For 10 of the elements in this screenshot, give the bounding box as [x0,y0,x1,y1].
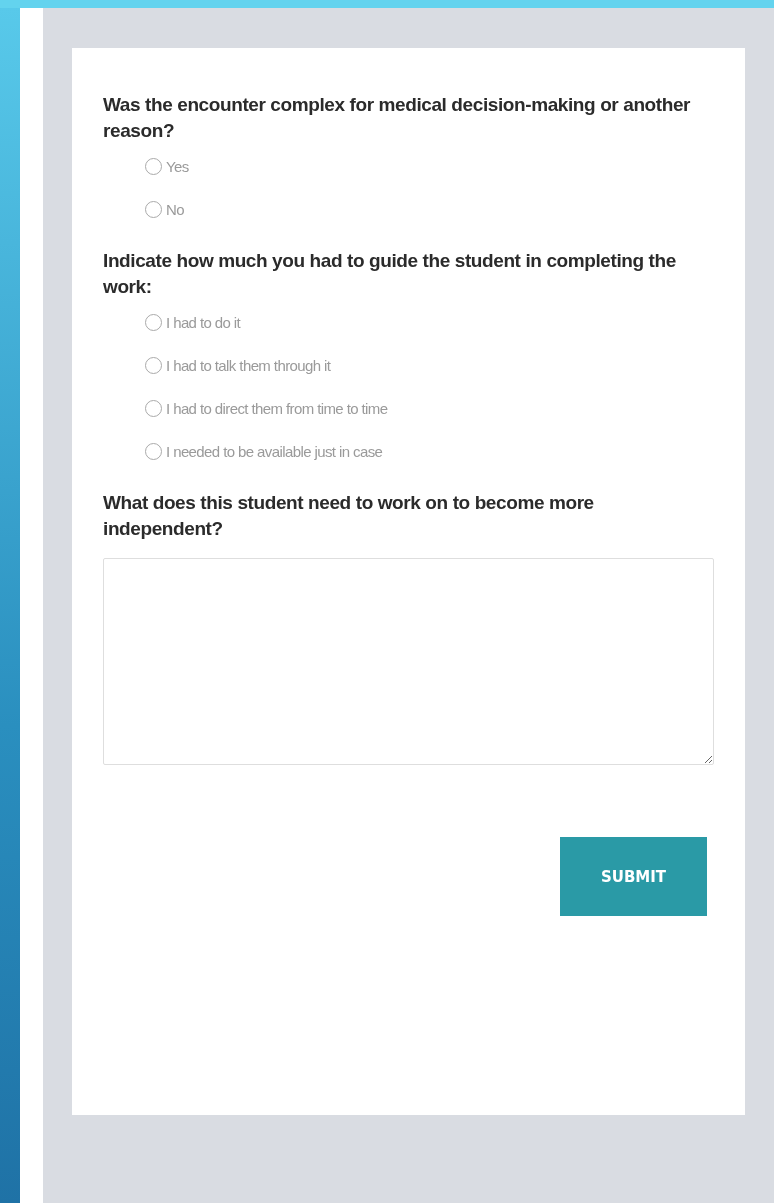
question-text: Was the encounter complex for medical decision-making or another reason? [103,93,692,143]
question-text: Indicate how much you had to guide the student in completing the work: [103,249,677,299]
option-label: I needed to be available just in case [166,443,383,460]
option-label: I had to talk them through it [166,357,331,374]
option-label: Yes [166,158,189,175]
submit-button[interactable]: SUBMIT [560,837,707,916]
option-label: I had to direct them from time to time [166,400,388,417]
question-text: What does this student need to work on to become more independent? [103,491,595,541]
option-label: No [166,201,184,218]
option-label: I had to do it [166,314,241,331]
